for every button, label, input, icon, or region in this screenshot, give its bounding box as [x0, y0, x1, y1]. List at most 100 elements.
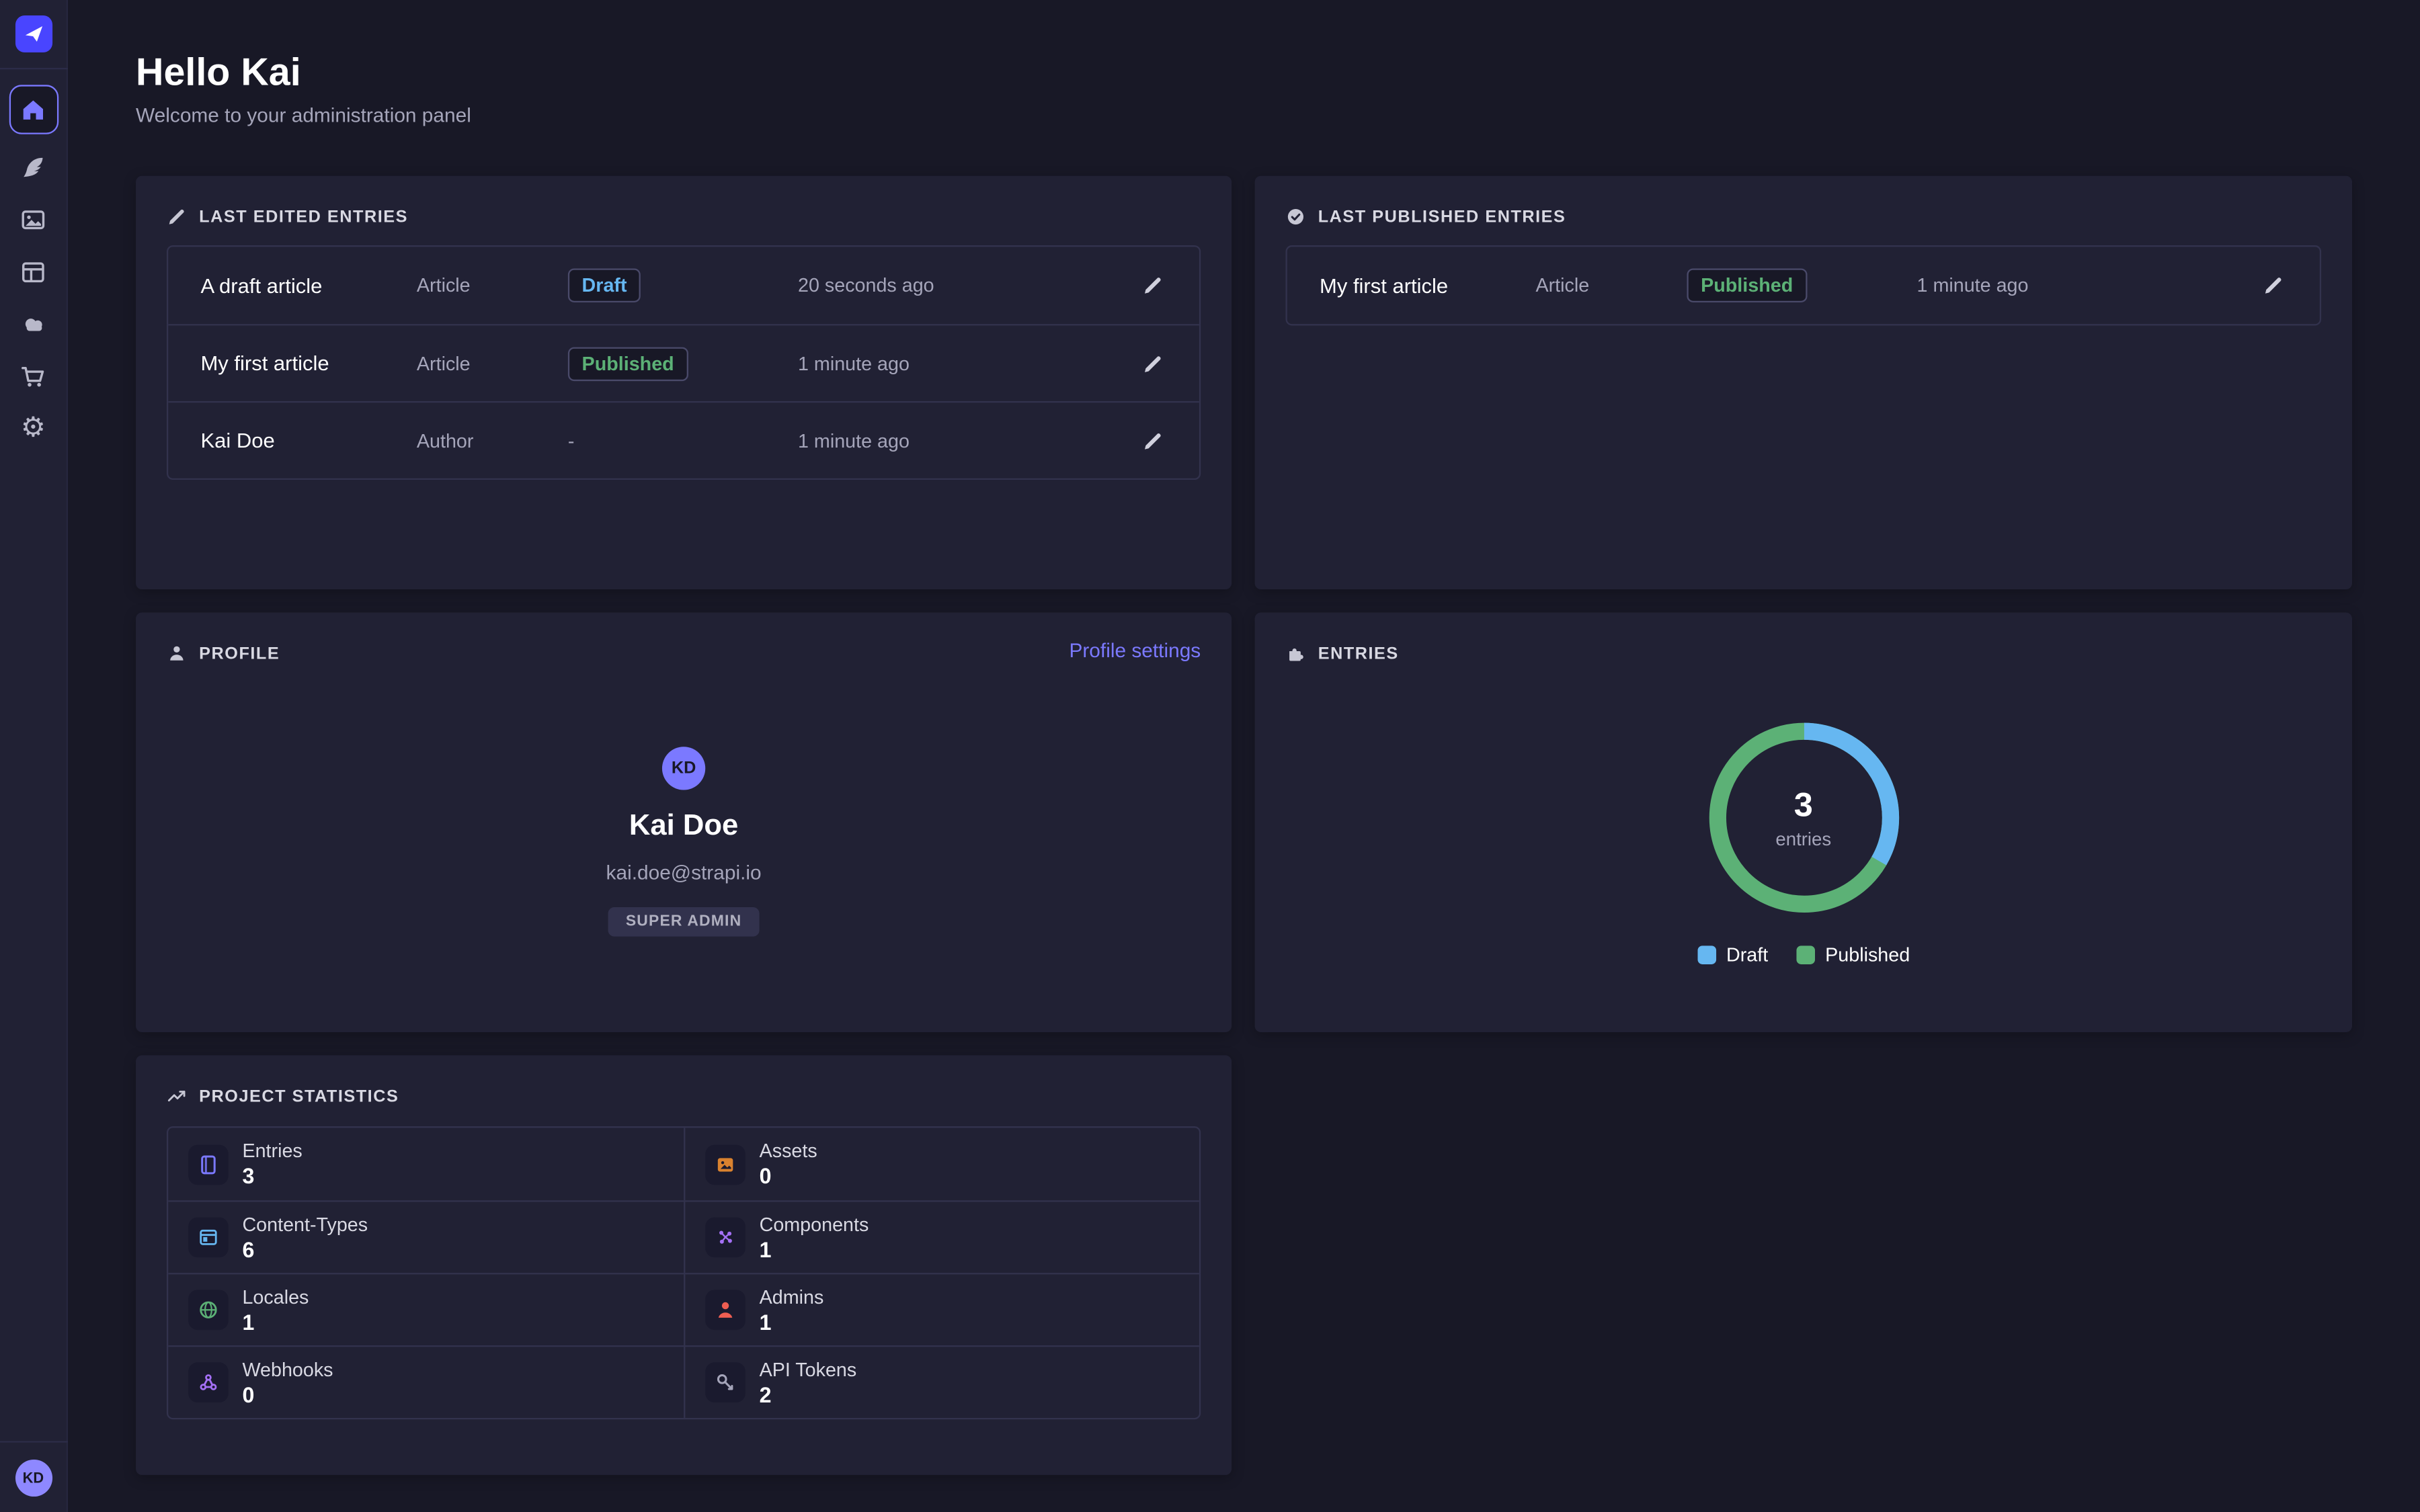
status-badge: Published: [1687, 268, 1806, 302]
sidebar-item-home[interactable]: [0, 79, 67, 140]
stat-label: Assets: [760, 1140, 817, 1162]
page-subtitle: Welcome to your administration panel: [136, 103, 2352, 128]
donut-center-value: 3: [1794, 786, 1813, 823]
stat-label: API Tokens: [760, 1359, 857, 1380]
stat-value: 0: [760, 1163, 817, 1188]
key-icon: [715, 1372, 736, 1393]
puzzle-icon: [1285, 643, 1305, 663]
stat-cell-webhooks: Webhooks 0: [168, 1345, 684, 1418]
assets-image-icon: [715, 1153, 736, 1175]
sidebar-item-content-manager[interactable]: [0, 140, 67, 193]
stat-value: 6: [242, 1236, 368, 1261]
sidebar-item-marketplace[interactable]: [0, 350, 67, 403]
globe-icon: [198, 1299, 219, 1320]
last-published-table: My first article Article Published 1 min…: [1285, 245, 2321, 325]
legend-swatch-published: [1796, 946, 1815, 964]
pencil-icon: [167, 207, 187, 227]
entry-type: Article: [417, 353, 568, 374]
profile-avatar: KD: [662, 747, 705, 790]
chart-legend: Draft Published: [1697, 944, 1910, 966]
sidebar-item-media-library[interactable]: [0, 193, 67, 245]
card-title: LAST PUBLISHED ENTRIES: [1318, 208, 1566, 226]
entry-type: Author: [417, 429, 568, 451]
sidebar: ⚙ KD: [0, 0, 68, 1512]
profile-settings-link[interactable]: Profile settings: [1069, 639, 1201, 662]
stats-table: Entries 3 Assets 0: [167, 1126, 1201, 1419]
pencil-icon: [1142, 353, 1164, 374]
person-icon: [167, 643, 187, 663]
card-title: PROJECT STATISTICS: [199, 1087, 399, 1105]
home-icon: [20, 96, 46, 122]
profile-card: PROFILE Profile settings KD Kai Doe kai.…: [136, 612, 1232, 1032]
components-icon: [715, 1226, 736, 1248]
user-avatar[interactable]: KD: [15, 1460, 52, 1497]
table-row: My first article Article Published 1 min…: [1287, 247, 2320, 324]
stat-label: Locales: [242, 1286, 309, 1308]
edit-entry-button[interactable]: [1139, 349, 1166, 377]
sidebar-item-content-type-builder[interactable]: [0, 245, 67, 298]
entry-name: My first article: [200, 351, 416, 374]
stat-value: 3: [242, 1163, 302, 1188]
entry-name: Kai Doe: [200, 429, 416, 452]
profile-name: Kai Doe: [629, 808, 738, 844]
last-published-entries-card: LAST PUBLISHED ENTRIES My first article …: [1255, 176, 2352, 589]
stat-cell-locales: Locales 1: [168, 1273, 684, 1345]
cart-icon: [20, 364, 46, 390]
card-title: PROFILE: [199, 644, 280, 663]
last-edited-entries-card: LAST EDITED ENTRIES A draft article Arti…: [136, 176, 1232, 589]
status-badge: Draft: [568, 268, 641, 302]
table-row: A draft article Article Draft 20 seconds…: [168, 247, 1199, 324]
stat-label: Admins: [760, 1286, 824, 1308]
stat-cell-assets: Assets 0: [684, 1128, 1199, 1200]
legend-item-draft: Draft: [1697, 944, 1768, 966]
entry-type: Article: [1535, 275, 1687, 296]
stat-value: 0: [242, 1382, 333, 1406]
pencil-icon: [1142, 429, 1164, 451]
sidebar-bottom: KD: [0, 1425, 67, 1512]
entry-type: Article: [417, 275, 568, 296]
entry-time: 1 minute ago: [1917, 275, 2198, 296]
strapi-logo-icon[interactable]: [15, 15, 52, 52]
entry-time: 1 minute ago: [798, 353, 1079, 374]
stat-label: Content-Types: [242, 1214, 368, 1235]
send-icon: [21, 22, 46, 46]
stat-label: Webhooks: [242, 1359, 333, 1380]
entries-donut-chart: 3 entries: [1703, 718, 1904, 918]
sidebar-item-settings[interactable]: ⚙: [0, 403, 67, 455]
status-none: -: [568, 429, 575, 451]
legend-label: Published: [1825, 944, 1910, 966]
stat-value: 1: [760, 1309, 824, 1334]
cloud-icon: [19, 310, 47, 337]
edit-entry-button[interactable]: [1139, 427, 1166, 454]
stat-value: 2: [760, 1382, 857, 1406]
dashboard-grid: LAST EDITED ENTRIES A draft article Arti…: [136, 176, 2352, 1475]
stat-value: 1: [242, 1309, 309, 1334]
feather-icon: [20, 153, 46, 179]
stat-cell-content-types: Content-Types 6: [168, 1200, 684, 1273]
edit-entry-button[interactable]: [2259, 271, 2287, 299]
pencil-icon: [1142, 275, 1164, 296]
status-badge: Published: [568, 346, 688, 380]
legend-swatch-draft: [1697, 946, 1716, 964]
card-title: ENTRIES: [1318, 644, 1399, 663]
stat-label: Components: [760, 1214, 869, 1235]
stat-cell-api-tokens: API Tokens 2: [684, 1345, 1199, 1418]
content-types-icon: [198, 1226, 219, 1248]
webhooks-icon: [198, 1372, 219, 1393]
entry-name: A draft article: [200, 274, 416, 297]
stat-cell-admins: Admins 1: [684, 1273, 1199, 1345]
edit-entry-button[interactable]: [1139, 271, 1166, 299]
project-statistics-card: PROJECT STATISTICS Entries 3: [136, 1055, 1232, 1474]
entries-chart-card: ENTRIES 3 entries: [1255, 612, 2352, 1032]
stat-label: Entries: [242, 1140, 302, 1162]
entry-time: 20 seconds ago: [798, 275, 1079, 296]
donut-center-label: entries: [1775, 828, 1831, 849]
sidebar-item-cloud[interactable]: [0, 298, 67, 350]
last-edited-table: A draft article Article Draft 20 seconds…: [167, 245, 1201, 480]
pencil-icon: [2263, 275, 2284, 296]
sidebar-divider-top: [0, 68, 67, 69]
stat-value: 1: [760, 1236, 869, 1261]
check-circle-icon: [1285, 207, 1305, 227]
profile-email: kai.doe@strapi.io: [606, 861, 762, 884]
media-library-icon: [20, 206, 46, 233]
